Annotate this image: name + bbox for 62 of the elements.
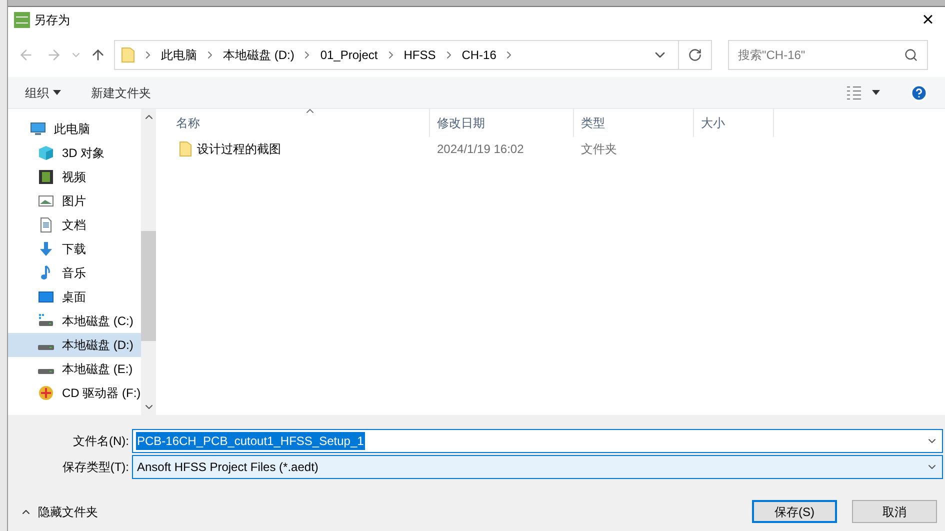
- file-name-field[interactable]: PCB-16CH_PCB_cutout1_HFSS_Setup_1: [132, 429, 943, 453]
- breadcrumb-item[interactable]: 01_Project: [320, 46, 378, 64]
- app-logo-icon: [14, 12, 30, 28]
- hide-folders-toggle[interactable]: 隐藏文件夹: [20, 502, 98, 520]
- sidebar-item[interactable]: 本地磁盘 (D:): [8, 333, 141, 357]
- sidebar-item[interactable]: 视频: [8, 165, 141, 189]
- search-field[interactable]: 搜索"CH-16": [738, 46, 904, 64]
- search-box[interactable]: 搜索"CH-16": [728, 40, 928, 70]
- picture-icon: [38, 193, 54, 209]
- download-arrow-icon: [38, 241, 54, 257]
- breadcrumb-item[interactable]: 此电脑: [161, 46, 197, 64]
- new-folder-button[interactable]: 新建文件夹: [91, 84, 151, 102]
- disc-icon: [38, 385, 54, 401]
- address-bar[interactable]: 此电脑 本地磁盘 (D:) 01_Project HFSS CH-16: [114, 40, 712, 70]
- file-type-label: 保存类型(T):: [61, 459, 130, 476]
- caret-icon[interactable]: [872, 90, 880, 95]
- file-name-label: 文件名(N):: [72, 433, 130, 450]
- window-title: 另存为: [34, 12, 70, 29]
- sidebar-item[interactable]: 本地磁盘 (E:): [8, 357, 141, 381]
- search-icon: [904, 48, 918, 62]
- drive-icon: [38, 369, 54, 374]
- sidebar-scrollbar[interactable]: [141, 109, 156, 415]
- modified-date: 2024/1/19 16:02: [436, 141, 525, 158]
- sidebar-item[interactable]: 此电脑: [8, 117, 141, 141]
- document-icon: [38, 217, 54, 233]
- breadcrumb-item[interactable]: 本地磁盘 (D:): [223, 46, 294, 64]
- sidebar-item[interactable]: 本地磁盘 (C:): [8, 309, 141, 333]
- film-icon: [38, 169, 54, 185]
- cube-icon: [38, 145, 54, 161]
- sidebar-item[interactable]: 3D 对象: [8, 141, 141, 165]
- file-type-dropdown[interactable]: Ansoft HFSS Project Files (*.aedt): [132, 455, 943, 479]
- caret-icon: [53, 90, 61, 95]
- scrollbar-thumb[interactable]: [141, 231, 156, 341]
- column-header[interactable]: 类型: [574, 109, 694, 137]
- sidebar-item[interactable]: 文档: [8, 213, 141, 237]
- drive-icon: [38, 313, 54, 329]
- computer-icon: [30, 121, 46, 137]
- sidebar-item[interactable]: 音乐: [8, 261, 141, 285]
- view-options-icon[interactable]: [846, 86, 862, 100]
- sidebar-item[interactable]: 下载: [8, 237, 141, 261]
- file-name: 设计过程的截图: [197, 141, 281, 158]
- breadcrumb-item[interactable]: CH-16: [462, 46, 496, 64]
- column-header[interactable]: 修改日期: [430, 109, 574, 137]
- refresh-icon[interactable]: [688, 48, 702, 62]
- help-icon[interactable]: [910, 84, 928, 102]
- up-icon[interactable]: [90, 47, 106, 63]
- close-button[interactable]: ×: [911, 7, 945, 33]
- drive-icon: [38, 345, 54, 350]
- sidebar-item[interactable]: 图片: [8, 189, 141, 213]
- cancel-button[interactable]: 取消: [852, 500, 937, 523]
- folder-icon: [121, 47, 135, 63]
- column-header[interactable]: 名称: [169, 109, 430, 137]
- breadcrumb-item[interactable]: HFSS: [404, 46, 436, 64]
- sidebar-item[interactable]: 桌面: [8, 285, 141, 309]
- file-type: 文件夹: [580, 141, 618, 158]
- organize-menu[interactable]: 组织: [25, 84, 61, 102]
- column-header[interactable]: 大小: [694, 109, 774, 137]
- file-row[interactable]: 设计过程的截图 2024/1/19 16:02 文件夹: [169, 137, 945, 161]
- folder-icon: [179, 141, 192, 157]
- sidebar-item[interactable]: CD 驱动器 (F:): [8, 381, 141, 405]
- desktop-icon: [38, 289, 54, 305]
- save-button[interactable]: 保存(S): [752, 500, 837, 523]
